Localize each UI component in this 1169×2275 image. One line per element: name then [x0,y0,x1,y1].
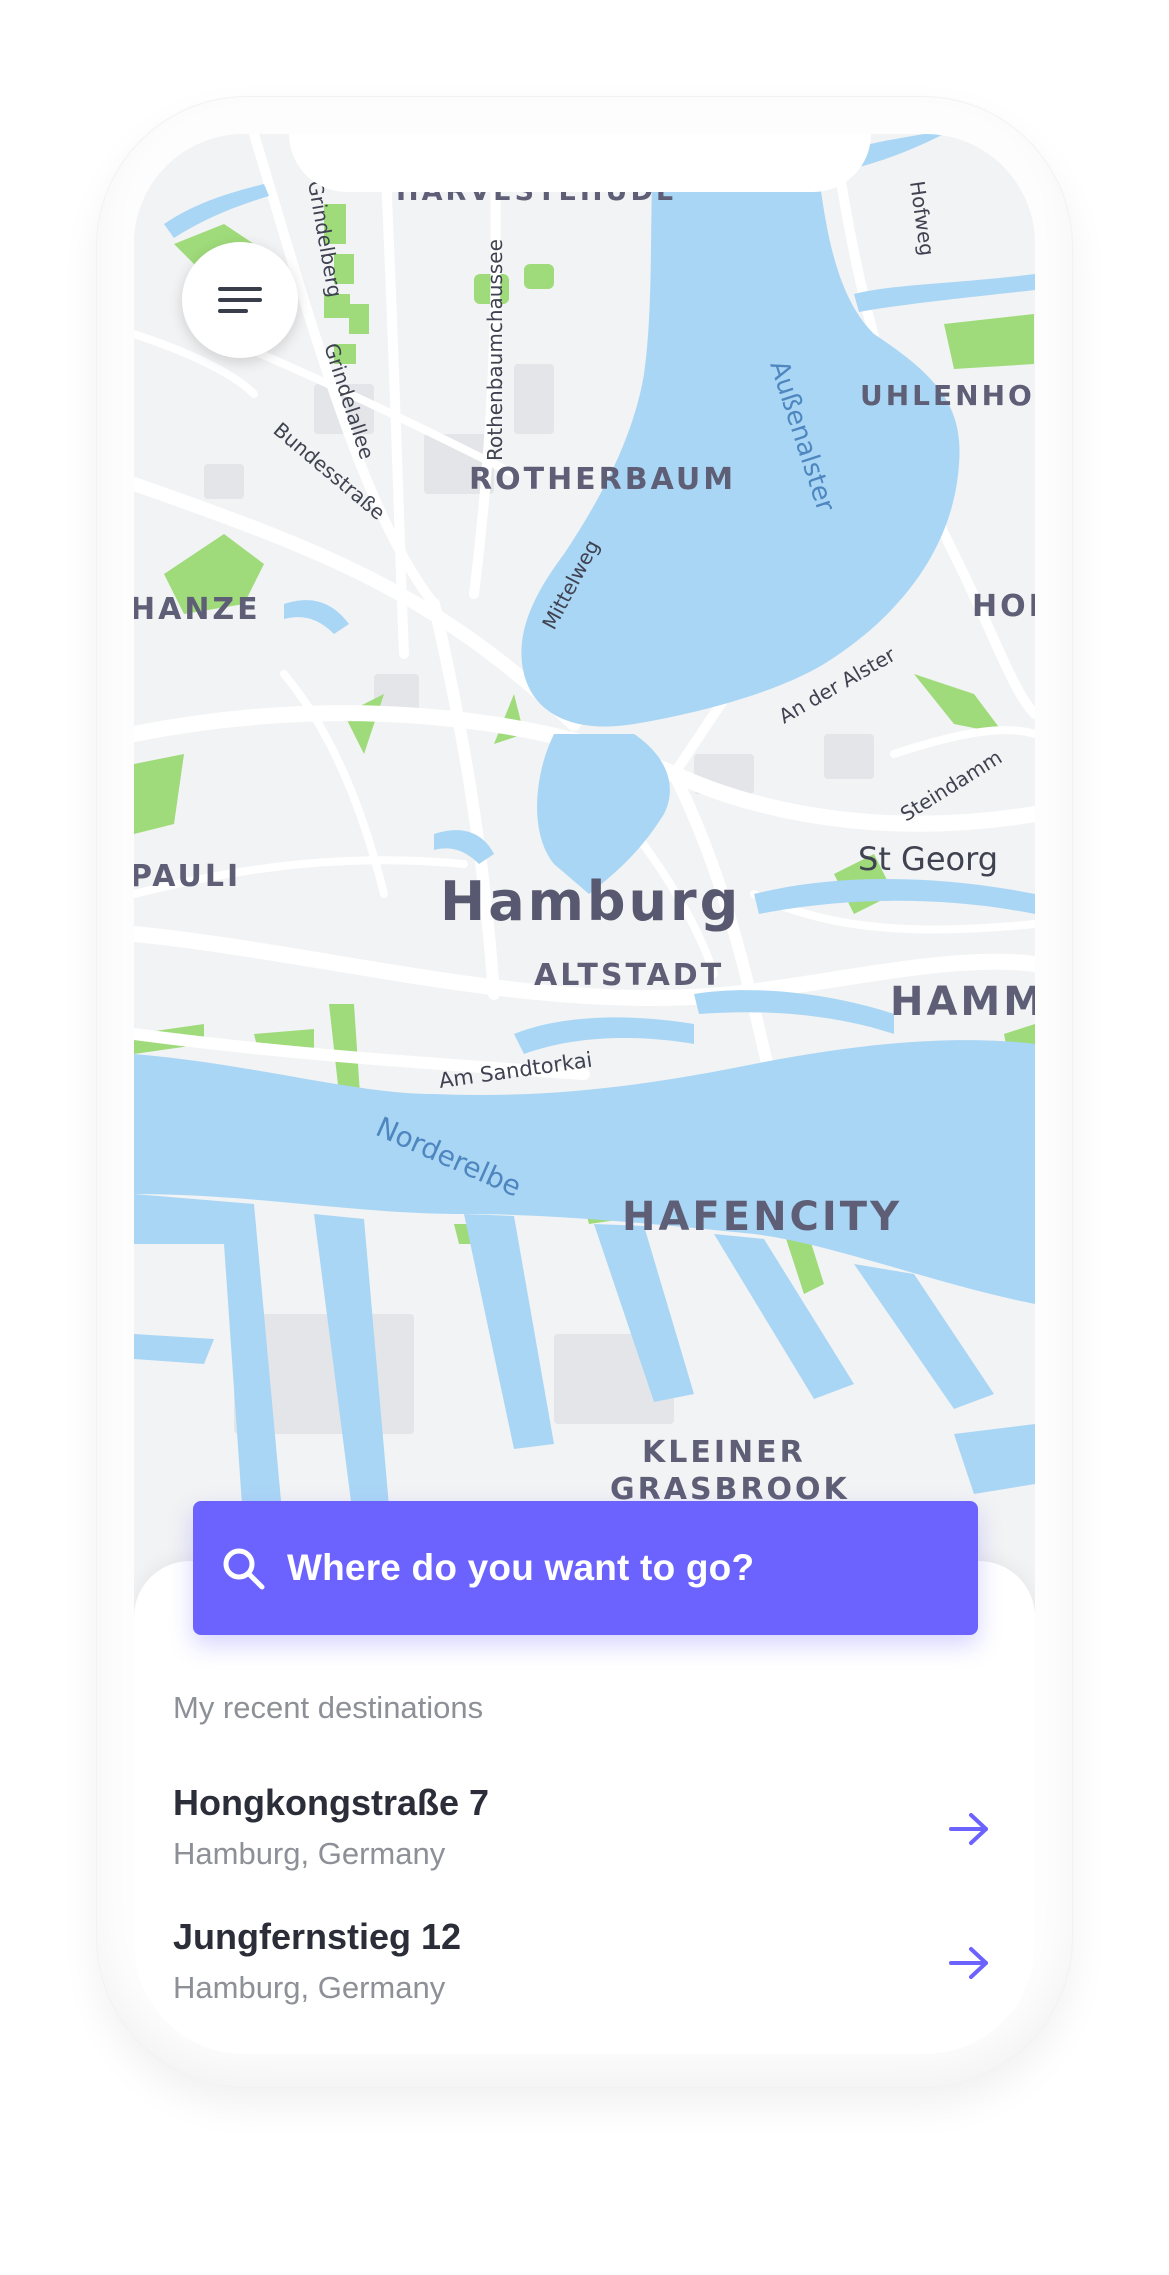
recent-destinations-title: My recent destinations [173,1690,484,1725]
district-label: HOH [972,589,1035,624]
map-view[interactable]: HARVESTEHUDE UHLENHOF ROTHERBAUM HANZE H… [134,134,1035,1644]
district-label: UHLENHOF [860,379,1035,412]
destination-location: Hamburg, Germany [173,1970,446,2005]
street-label: Rothenbaumchaussee [483,239,507,461]
district-label: St Georg [858,840,998,878]
arrow-right-icon[interactable] [946,1806,992,1852]
district-label: HAFENCITY [622,1194,902,1240]
district-label: ROTHERBAUM [469,462,736,497]
district-label: HANZE [134,592,261,627]
search-bar[interactable]: Where do you want to go? [193,1501,978,1635]
recent-destination-item[interactable]: Hongkongstraße 7 Hamburg, Germany [134,1782,1035,1892]
search-placeholder: Where do you want to go? [287,1547,755,1588]
arrow-right-icon[interactable] [946,1940,992,1986]
recent-destination-item[interactable]: Jungfernstieg 12 Hamburg, Germany [134,1916,1035,2026]
device-notch [289,134,871,192]
city-label: Hamburg [440,870,741,933]
menu-button[interactable] [182,242,298,358]
app-screen: HARVESTEHUDE UHLENHOF ROTHERBAUM HANZE H… [134,134,1035,2054]
district-label: ALTSTADT [534,958,724,993]
destination-location: Hamburg, Germany [173,1836,446,1871]
district-label: HAMM [890,979,1035,1025]
destination-name: Hongkongstraße 7 [173,1782,490,1823]
district-label: PAULI [134,859,241,894]
district-label: KLEINER [642,1435,806,1470]
destination-name: Jungfernstieg 12 [173,1916,462,1957]
hamburger-menu-icon [218,287,262,313]
search-icon [223,1548,265,1590]
